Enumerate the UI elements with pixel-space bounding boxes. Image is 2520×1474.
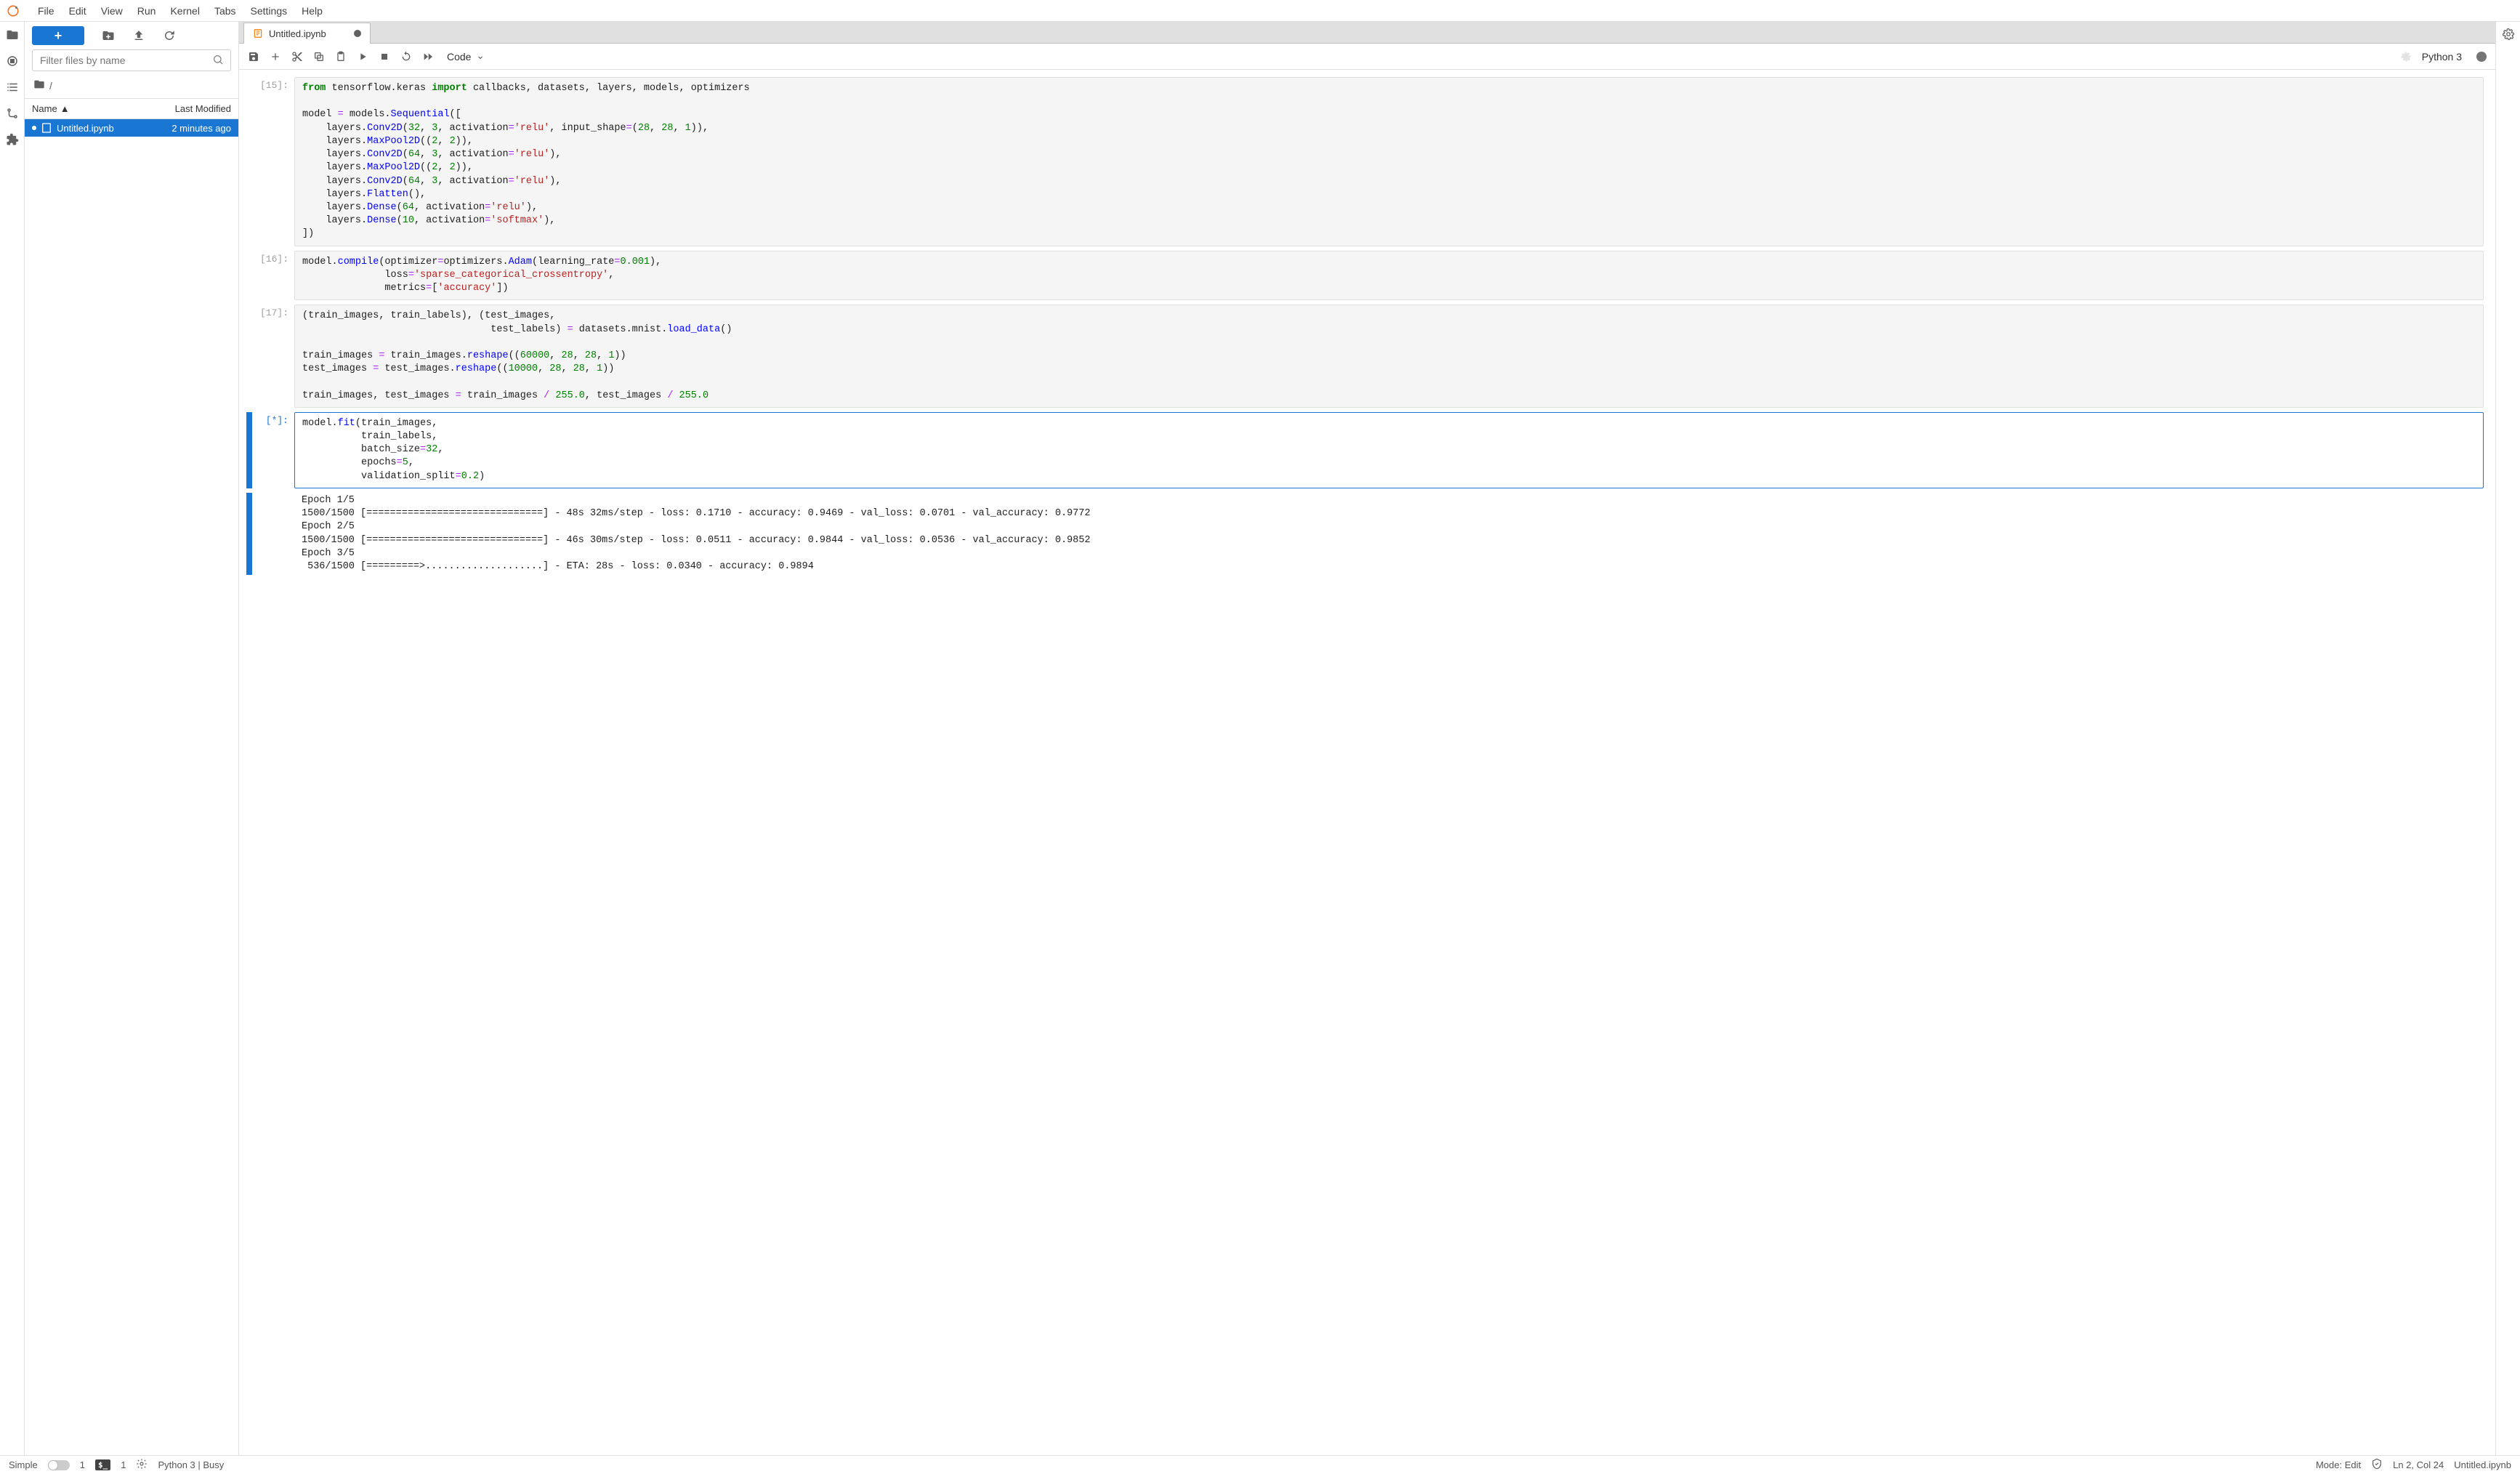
menu-view[interactable]: View <box>94 2 130 20</box>
tab-title: Untitled.ipynb <box>269 28 326 39</box>
git-icon[interactable] <box>5 106 20 121</box>
notebook-icon <box>253 28 263 39</box>
new-launcher-button[interactable]: + <box>32 26 84 45</box>
column-header-modified[interactable]: Last Modified <box>151 99 238 118</box>
cell-prompt: [16]: <box>254 251 294 301</box>
toc-icon[interactable] <box>5 80 20 94</box>
code-cell[interactable]: [15]:from tensorflow.keras import callba… <box>246 77 2484 246</box>
cut-icon[interactable] <box>291 51 303 63</box>
sort-asc-icon: ▲ <box>60 103 70 114</box>
kernel-name[interactable]: Python 3 <box>2422 51 2462 63</box>
unsaved-dot-icon <box>354 30 361 37</box>
file-name: Untitled.ipynb <box>57 123 171 134</box>
code-editor[interactable]: model.compile(optimizer=optimizers.Adam(… <box>294 251 2484 301</box>
code-cell[interactable]: [16]:model.compile(optimizer=optimizers.… <box>246 251 2484 301</box>
right-sidebar <box>2495 22 2520 1455</box>
menu-run[interactable]: Run <box>130 2 163 20</box>
stop-icon[interactable] <box>379 51 390 63</box>
notebook-panel: Untitled.ipynb Code Python 3 <box>239 22 2495 1455</box>
simple-mode-toggle[interactable] <box>48 1460 70 1470</box>
menu-kernel[interactable]: Kernel <box>163 2 206 20</box>
settings-icon[interactable] <box>2502 28 2515 43</box>
mode-label[interactable]: Mode: Edit <box>2316 1459 2361 1470</box>
run-all-icon[interactable] <box>422 51 434 63</box>
code-cell[interactable]: [*]:model.fit(train_images, train_labels… <box>246 412 2484 488</box>
filter-files-input[interactable] <box>32 49 231 71</box>
folder-icon <box>33 78 45 92</box>
code-editor[interactable]: from tensorflow.keras import callbacks, … <box>294 77 2484 246</box>
breadcrumb-root[interactable]: / <box>49 80 52 92</box>
cell-prompt: [15]: <box>254 77 294 246</box>
output-text: Epoch 1/5 1500/1500 [===================… <box>294 493 2484 575</box>
cell-prompt: [*]: <box>254 412 294 488</box>
file-browser: + / Name ▲ Last Modified Untitled.ipynb2… <box>25 22 239 1455</box>
terminals-count[interactable]: 1 <box>80 1459 85 1470</box>
cursor-position[interactable]: Ln 2, Col 24 <box>2393 1459 2444 1470</box>
kernels-count[interactable]: 1 <box>121 1459 126 1470</box>
simple-mode-label: Simple <box>9 1459 38 1470</box>
menubar: FileEditViewRunKernelTabsSettingsHelp <box>0 0 2520 22</box>
code-editor[interactable]: model.fit(train_images, train_labels, ba… <box>294 412 2484 488</box>
folder-icon[interactable] <box>5 28 20 42</box>
menu-edit[interactable]: Edit <box>62 2 94 20</box>
menu-file[interactable]: File <box>31 2 62 20</box>
cell-output: Epoch 1/5 1500/1500 [===================… <box>246 493 2484 575</box>
dirty-dot-icon <box>32 126 36 130</box>
extensions-icon[interactable] <box>5 132 20 147</box>
kernel-indicator-icon[interactable] <box>2400 51 2412 63</box>
run-icon[interactable] <box>357 51 368 63</box>
restart-icon[interactable] <box>400 51 412 63</box>
search-icon <box>212 54 224 68</box>
notebook-cells[interactable]: [15]:from tensorflow.keras import callba… <box>239 70 2495 1455</box>
refresh-icon[interactable] <box>163 29 176 42</box>
new-folder-icon[interactable] <box>102 29 115 42</box>
running-icon[interactable] <box>5 54 20 68</box>
menu-tabs[interactable]: Tabs <box>207 2 243 20</box>
save-icon[interactable] <box>248 51 259 63</box>
activity-bar <box>0 22 25 1455</box>
lsp-icon[interactable] <box>136 1458 148 1472</box>
jupyter-logo-icon[interactable] <box>6 4 20 18</box>
breadcrumb[interactable]: / <box>25 76 238 98</box>
code-cell[interactable]: [17]:(train_images, train_labels), (test… <box>246 305 2484 408</box>
tab-untitled[interactable]: Untitled.ipynb <box>243 23 371 44</box>
tab-bar: Untitled.ipynb <box>239 22 2495 44</box>
menu-help[interactable]: Help <box>294 2 330 20</box>
file-path[interactable]: Untitled.ipynb <box>2454 1459 2511 1470</box>
terminal-icon[interactable]: $_ <box>95 1459 110 1470</box>
add-cell-icon[interactable] <box>270 51 281 63</box>
cell-type-select[interactable]: Code <box>444 49 486 64</box>
trust-icon[interactable] <box>2371 1458 2383 1472</box>
notebook-icon <box>41 122 52 134</box>
kernel-status[interactable]: Python 3 | Busy <box>158 1459 224 1470</box>
notebook-toolbar: Code Python 3 <box>239 44 2495 70</box>
code-editor[interactable]: (train_images, train_labels), (test_imag… <box>294 305 2484 408</box>
paste-icon[interactable] <box>335 51 347 63</box>
copy-icon[interactable] <box>313 51 325 63</box>
file-row[interactable]: Untitled.ipynb2 minutes ago <box>25 119 238 137</box>
kernel-busy-icon[interactable] <box>2476 52 2487 62</box>
menu-settings[interactable]: Settings <box>243 2 295 20</box>
file-modified: 2 minutes ago <box>171 123 231 134</box>
upload-icon[interactable] <box>132 29 145 42</box>
column-header-name[interactable]: Name ▲ <box>25 99 151 118</box>
cell-prompt: [17]: <box>254 305 294 408</box>
statusbar: Simple 1 $_ 1 Python 3 | Busy Mode: Edit… <box>0 1455 2520 1474</box>
